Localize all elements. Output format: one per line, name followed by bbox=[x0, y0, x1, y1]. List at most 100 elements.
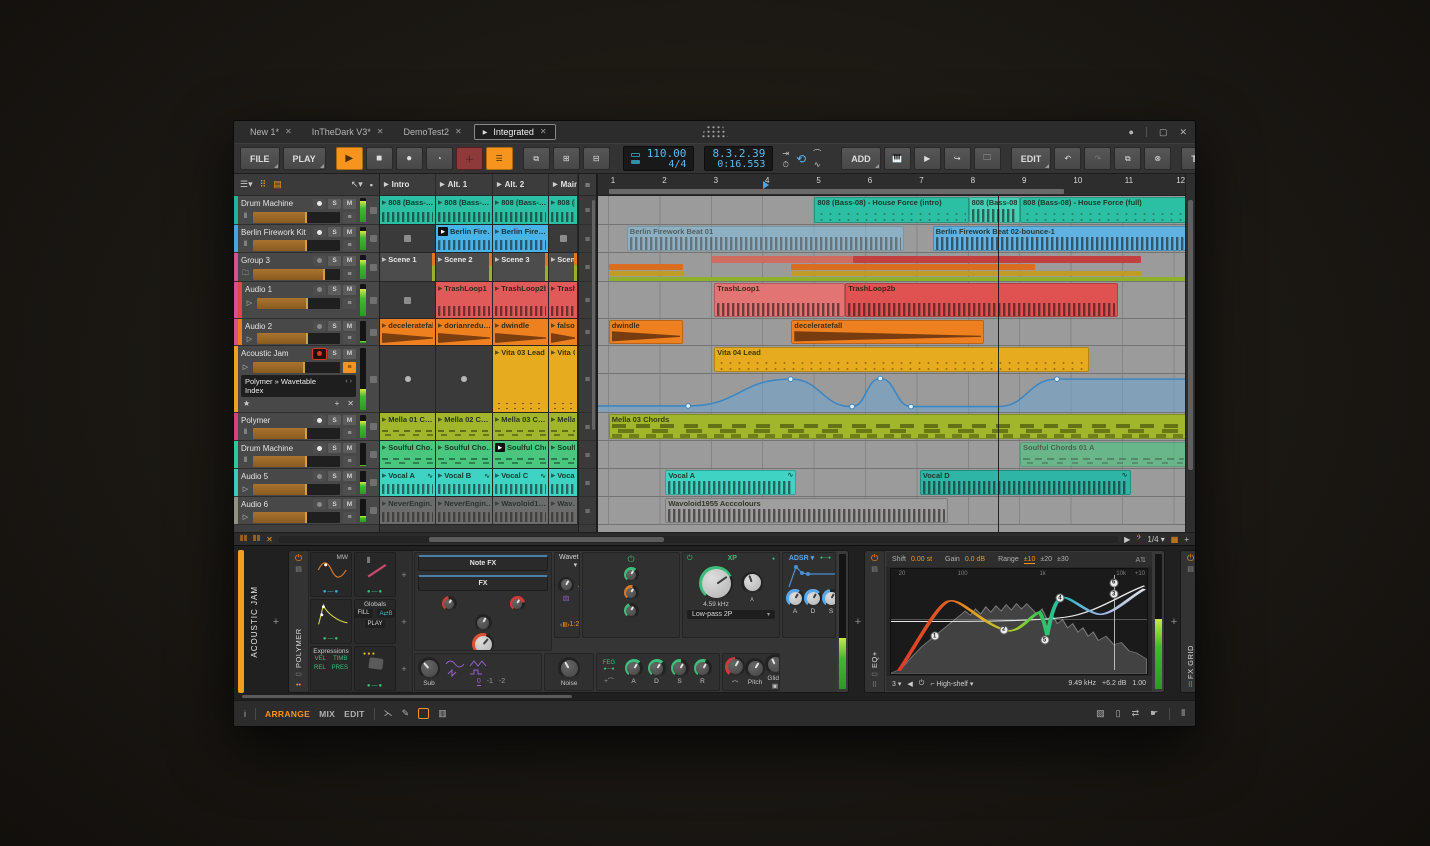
device-panel-scrollbar[interactable] bbox=[242, 695, 572, 698]
snap-toggle-icon[interactable] bbox=[418, 708, 429, 719]
stop-all-icon[interactable]: ▪ bbox=[370, 180, 373, 190]
add-device-slot[interactable]: + bbox=[1168, 550, 1180, 693]
r-knob[interactable] bbox=[694, 659, 712, 677]
eq-power-button[interactable]: ⏻ bbox=[871, 554, 878, 563]
grid-edit-icon[interactable]: ⠿ bbox=[1188, 682, 1193, 690]
sub-level-knob[interactable] bbox=[624, 585, 639, 600]
launcher-clip[interactable]: ▶NeverEngin… bbox=[436, 497, 493, 524]
track-row[interactable]: Drum MachineSM⫴≡ bbox=[234, 441, 379, 469]
tempo-value[interactable]: 110.00 bbox=[647, 148, 687, 159]
filter-mode-select[interactable]: Low-pass 2P▾ bbox=[687, 610, 775, 619]
mute-button[interactable]: M bbox=[343, 227, 356, 237]
group-clip-band[interactable] bbox=[609, 271, 684, 276]
track-menu-button[interactable]: ≡ bbox=[343, 484, 356, 495]
launcher-clip[interactable]: ▶Voca…∿ bbox=[549, 469, 578, 496]
eq-band-select[interactable]: 3 ▾ bbox=[892, 680, 901, 688]
document-tab[interactable]: ▶Integrated✕ bbox=[474, 124, 556, 140]
launcher-clip[interactable]: ▶Soulful Cho… bbox=[380, 441, 436, 468]
automation-curve[interactable] bbox=[598, 374, 1185, 412]
snap-value[interactable]: 1/4 ▾ bbox=[1147, 535, 1164, 544]
eq-plus-device[interactable]: ⏻ ▤ EQ+ ▭ ⠿ Shift0.00 st Gain0.0 dB Rang… bbox=[864, 550, 1165, 693]
undo-button[interactable]: ↶ bbox=[1054, 147, 1081, 170]
arranger-clip[interactable]: Mella 03 Chords bbox=[609, 414, 1185, 439]
solo-button[interactable]: S bbox=[328, 199, 341, 209]
volume-fader[interactable] bbox=[253, 362, 340, 373]
eq-range-20[interactable]: ±20 bbox=[1040, 556, 1052, 563]
track-menu-button[interactable]: ≡ bbox=[343, 428, 356, 439]
preset-icon[interactable]: ▤ bbox=[1187, 566, 1194, 574]
automation-follow-icon[interactable]: ⋋ bbox=[384, 708, 393, 719]
osc-enable-button[interactable]: ⏻ bbox=[627, 555, 634, 564]
arranger-clip[interactable]: TrashLoop2b bbox=[845, 283, 1117, 317]
launcher-clip[interactable]: ▶Soulful Cho… bbox=[436, 441, 493, 468]
group-clip-band[interactable] bbox=[609, 277, 1185, 281]
stop-clips-button[interactable] bbox=[370, 264, 377, 271]
mute-button[interactable]: M bbox=[343, 471, 356, 481]
track-launcher-menu[interactable]: ≣ bbox=[579, 497, 596, 525]
stop-clips-button[interactable] bbox=[370, 329, 377, 336]
zoom-in-icon[interactable]: + bbox=[1184, 535, 1189, 544]
dual-panel-toggle[interactable]: ⧉ bbox=[523, 147, 550, 170]
arranger-clip[interactable]: 808 (Bass-08) - House Force (intro) bbox=[814, 197, 968, 223]
eq-range-30[interactable]: ±30 bbox=[1057, 556, 1069, 563]
launcher-clip[interactable]: ▶falso… bbox=[549, 319, 578, 345]
fxgrid-power-button[interactable]: ⏻ bbox=[1187, 554, 1194, 563]
redo-button[interactable]: ↷ bbox=[1084, 147, 1111, 170]
eq-band-q[interactable]: 1.00 bbox=[1132, 680, 1146, 687]
solo-button[interactable]: S bbox=[328, 285, 341, 295]
stop-clips-button[interactable] bbox=[370, 479, 377, 486]
eq-band-freq[interactable]: 9.49 kHz bbox=[1068, 680, 1096, 687]
d-knob[interactable] bbox=[648, 659, 666, 677]
eq-device-name[interactable]: EQ+ bbox=[870, 577, 879, 668]
arranger-clip[interactable]: TrashLoop1 bbox=[714, 283, 845, 317]
inspector-panel-icon[interactable]: ▯ bbox=[1116, 708, 1121, 719]
track-row[interactable]: Audio 5SM▷≡ bbox=[234, 469, 379, 497]
resonance-knob[interactable] bbox=[741, 572, 763, 594]
track-row[interactable]: PolymerSM⫴≡ bbox=[234, 413, 379, 441]
polymer-power-button[interactable]: ⏻ bbox=[295, 554, 302, 563]
arranger-clip[interactable]: Wavoloid1955 Acccolours bbox=[665, 498, 948, 523]
fill-button[interactable]: FILL bbox=[354, 609, 372, 618]
modulators-icon[interactable]: ⠿ bbox=[872, 682, 877, 690]
launcher-clip[interactable]: ▶TrashLoop2b bbox=[493, 282, 549, 318]
browser-panel-icon[interactable]: ▨ bbox=[1096, 708, 1105, 719]
mute-button[interactable]: M bbox=[343, 443, 356, 453]
mute-button[interactable]: M bbox=[343, 415, 356, 425]
track-row[interactable]: Berlin Firework KitSM⫴≡ bbox=[234, 225, 379, 253]
device-chain-start[interactable]: + bbox=[264, 550, 288, 693]
mute-button[interactable]: M bbox=[343, 199, 356, 209]
volume-fader[interactable] bbox=[253, 240, 340, 251]
random-modulator[interactable]: ● ● ● ●—● bbox=[354, 646, 396, 691]
preset-icon[interactable]: ▤ bbox=[871, 566, 878, 574]
record-arm-button[interactable] bbox=[313, 321, 326, 331]
loop-region[interactable] bbox=[609, 189, 1064, 194]
solo-button[interactable]: S bbox=[328, 349, 341, 359]
add-modulator-button[interactable]: + bbox=[398, 552, 410, 597]
solo-button[interactable]: S bbox=[328, 256, 341, 266]
polymer-device[interactable]: ⏻ ▤ POLYMER ▭ •• MW ●—● ⫴ ●—● + bbox=[288, 550, 849, 693]
launcher-grid-icon[interactable]: ⠿ bbox=[260, 179, 267, 190]
solo-button[interactable]: S bbox=[328, 471, 341, 481]
volume-fader[interactable] bbox=[253, 512, 340, 523]
track-menu-button[interactable]: TRACK bbox=[1181, 147, 1196, 170]
envelope-modulator[interactable]: ●—● bbox=[310, 599, 352, 644]
dashboard-dot-icon[interactable]: ● bbox=[1129, 127, 1134, 137]
track-menu-button[interactable]: ≡ bbox=[343, 240, 356, 251]
play-position[interactable]: 8.3.2.39 bbox=[712, 148, 765, 159]
eq-band-node[interactable]: 6 bbox=[1109, 578, 1118, 587]
document-tab[interactable]: New 1*✕ bbox=[242, 124, 300, 140]
stop-clips-button[interactable] bbox=[370, 207, 377, 214]
launcher-clip[interactable]: ▶Vita 0… bbox=[549, 346, 578, 412]
amp-envelope-section[interactable]: ADSR ▾●—● ADSR bbox=[782, 552, 836, 638]
s-knob[interactable] bbox=[671, 659, 689, 677]
wavetable-oscillator-section[interactable]: Wavetable ▾⛰ ⚄ Farfisa Sax bbox=[554, 552, 580, 638]
eq-band-node[interactable]: 1 bbox=[930, 632, 939, 641]
close-tab-icon[interactable]: ✕ bbox=[285, 128, 292, 136]
eq-band-power-icon[interactable]: ⏻ bbox=[919, 680, 925, 688]
scene-play-icon[interactable]: ▶ bbox=[497, 181, 502, 188]
arranger-lane[interactable]: Mella 03 Chords bbox=[598, 413, 1185, 441]
xp-filter-section[interactable]: ⏻XP● 4.59 kHz ⋏ Low-pass 2P▾ bbox=[682, 552, 780, 638]
launcher-clip[interactable]: ▶Vocal B∿ bbox=[436, 469, 493, 496]
sub-oscillator-section[interactable]: Sub 0-1-2 bbox=[414, 653, 542, 691]
punch-in-icon[interactable]: ⇥ bbox=[782, 149, 789, 158]
